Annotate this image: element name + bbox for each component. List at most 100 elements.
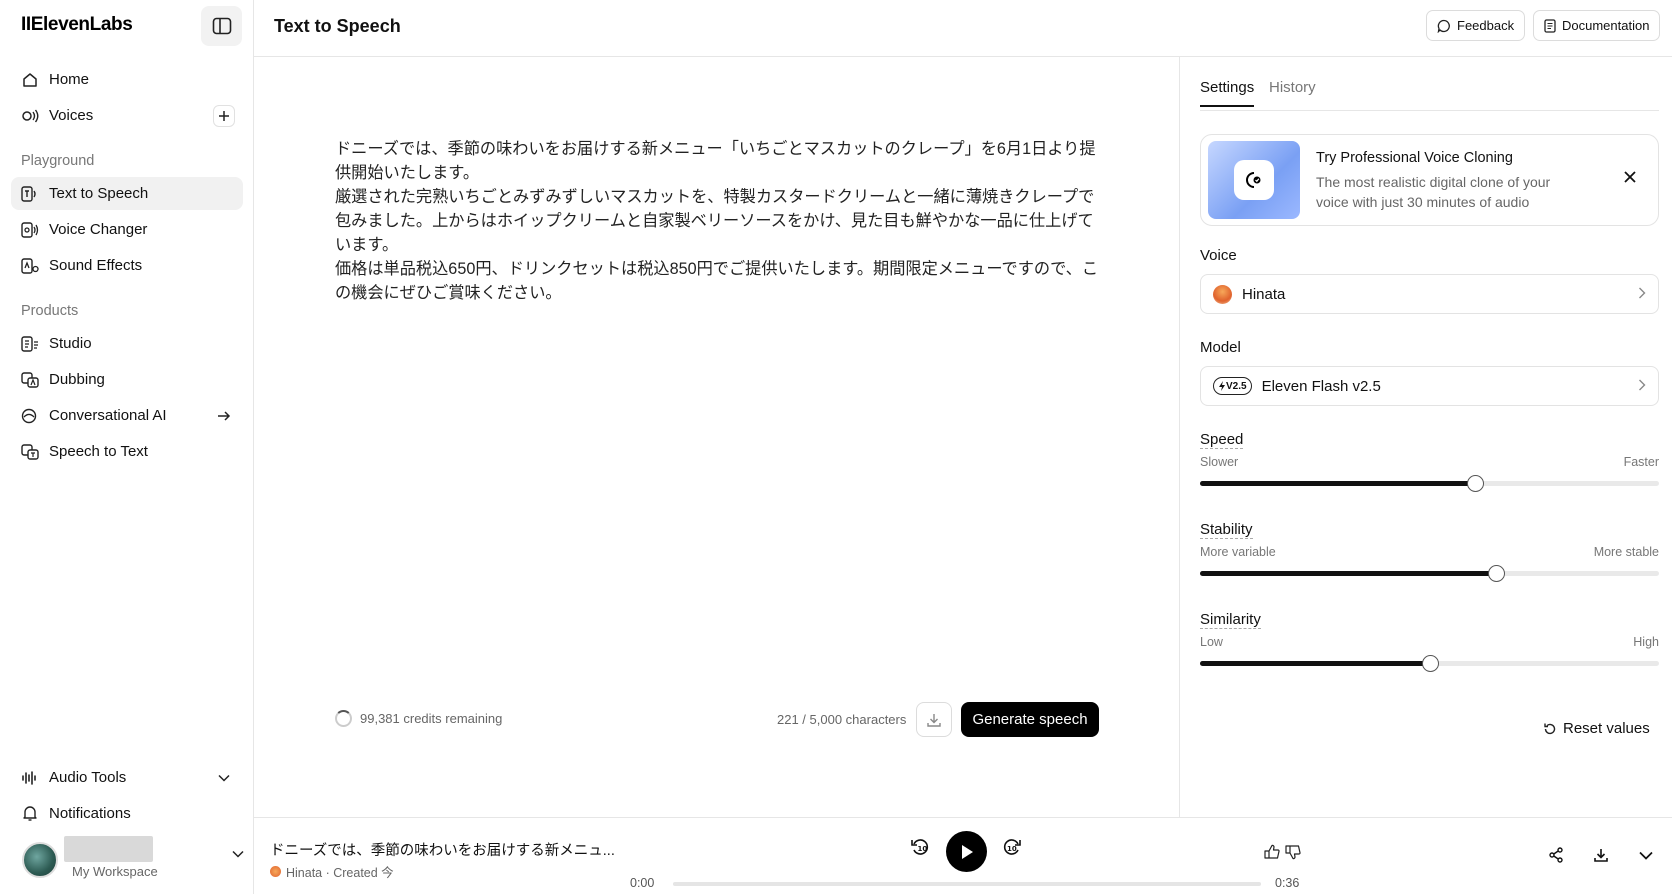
sidebar-item-text-to-speech[interactable]: Text to Speech (11, 177, 243, 210)
document-icon (1544, 18, 1556, 33)
voice-clone-icon (1246, 172, 1261, 188)
arrow-right-icon (218, 411, 231, 421)
voice-avatar-icon (270, 866, 281, 877)
voice-select[interactable]: Hinata (1200, 274, 1659, 314)
feedback-label: Feedback (1457, 18, 1515, 33)
similarity-slider-fill (1200, 661, 1430, 666)
settings-panel: Settings History Try Professional Voice … (1179, 57, 1672, 817)
model-select[interactable]: V2.5 Eleven Flash v2.5 (1200, 366, 1659, 406)
editor-text: ドニーズでは、季節の味わいをお届けする新メニュー「いちごとマスカットのクレープ」… (335, 140, 1099, 302)
sidebar-item-home[interactable]: Home (11, 63, 243, 96)
sidebar-item-notifications[interactable]: Notifications (11, 797, 243, 830)
stability-slider-thumb[interactable] (1488, 565, 1506, 582)
sidebar-item-label: Home (49, 71, 90, 88)
share-icon (1549, 847, 1563, 863)
thumbs-up-button[interactable] (1261, 841, 1283, 863)
promo-title: Try Professional Voice Cloning (1316, 150, 1513, 166)
page-title: Text to Speech (274, 16, 401, 36)
promo-subtitle: The most realistic digital clone of your… (1316, 174, 1551, 210)
sidebar-item-studio[interactable]: Studio (11, 327, 243, 360)
similarity-title: Similarity (1200, 611, 1261, 629)
sidebar-item-audio-tools[interactable]: Audio Tools (11, 761, 243, 794)
chevron-down-icon (1639, 851, 1653, 860)
forward-10-button[interactable]: 10 (997, 832, 1027, 862)
rewind-10-button[interactable]: 10 (905, 832, 935, 862)
model-label: Model (1200, 339, 1241, 356)
player-meta-label: Hinata · Created 今 (286, 866, 394, 880)
tab-settings[interactable]: Settings (1200, 79, 1255, 107)
stability-low-label: More variable (1200, 545, 1276, 559)
sidebar-item-speech-to-text[interactable]: Speech to Text (11, 435, 243, 468)
promo-image (1208, 141, 1300, 219)
speed-high-label: Faster (1623, 455, 1659, 469)
sidebar-item-conversational-ai[interactable]: Conversational AI (11, 399, 243, 432)
sidebar-item-label: Voices (49, 107, 94, 124)
tab-history[interactable]: History (1269, 79, 1316, 96)
stability-slider[interactable] (1200, 565, 1659, 582)
player-download-button[interactable] (1590, 844, 1612, 866)
elevenlabs-logo[interactable]: IIElevenLabs (21, 14, 133, 36)
thumbs-up-icon (1264, 844, 1280, 859)
svg-text:10: 10 (1007, 845, 1017, 853)
speed-slider[interactable] (1200, 475, 1659, 492)
sidebar-item-sound-effects[interactable]: Sound Effects (11, 249, 243, 282)
voice-value: Hinata (1242, 285, 1286, 303)
workspace-name: My Workspace (72, 864, 158, 879)
speed-title: Speed (1200, 431, 1244, 449)
model-badge-label: V2.5 (1226, 380, 1247, 392)
conversational-ai-open-button[interactable] (213, 405, 235, 427)
sidebar-item-voices[interactable]: Voices (11, 99, 243, 132)
stability-high-label: More stable (1593, 545, 1659, 559)
avatar (22, 842, 58, 878)
panel-tabs: Settings History (1200, 79, 1659, 111)
reset-icon (1544, 723, 1556, 734)
text-editor[interactable]: ドニーズでは、季節の味わいをお届けする新メニュー「いちごとマスカットのクレープ」… (335, 137, 1100, 305)
forward-10-icon: 10 (1003, 839, 1021, 855)
generate-speech-button[interactable]: Generate speech (961, 702, 1099, 737)
section-label-playground: Playground (21, 153, 95, 169)
stability-title: Stability (1200, 521, 1253, 539)
sidebar-item-voice-changer[interactable]: Voice Changer (11, 213, 243, 246)
similarity-slider-group: Similarity Low High (1200, 611, 1659, 672)
sidebar-item-label: Text to Speech (49, 185, 149, 202)
thumbs-down-button[interactable] (1282, 841, 1304, 863)
credits-remaining: 99,381 credits remaining (335, 710, 502, 727)
audio-waveform-icon (21, 769, 39, 787)
documentation-button[interactable]: Documentation (1533, 10, 1661, 41)
player-current-time: 0:00 (630, 876, 655, 890)
reset-values-button[interactable]: Reset values (1543, 720, 1650, 737)
share-button[interactable] (1545, 844, 1567, 866)
player-track-meta: Hinata · Created 今 (270, 862, 394, 881)
sound-effects-icon (21, 257, 39, 275)
bell-icon (21, 805, 39, 823)
sidebar-item-dubbing[interactable]: Dubbing (11, 363, 243, 396)
speed-slider-fill (1200, 481, 1476, 486)
stability-slider-group: Stability More variable More stable (1200, 521, 1659, 582)
download-button[interactable] (916, 702, 952, 737)
sidebar-toggle-icon (212, 17, 231, 35)
credits-spinner-icon (335, 710, 352, 727)
voice-cloning-promo[interactable]: Try Professional Voice Cloning The most … (1200, 134, 1659, 226)
play-button[interactable] (946, 831, 987, 872)
user-menu[interactable]: My Workspace (20, 836, 244, 884)
speed-low-label: Slower (1200, 455, 1239, 469)
lightning-icon (1219, 381, 1225, 391)
chevron-right-icon (1638, 379, 1646, 391)
sidebar-item-label: Notifications (49, 805, 131, 822)
collapse-sidebar-button[interactable] (201, 6, 242, 46)
voice-changer-icon (21, 221, 39, 239)
similarity-slider-thumb[interactable] (1421, 655, 1439, 672)
player-track-title: ドニーズでは、季節の味わいをお届けする新メニュ... (270, 843, 615, 859)
feedback-button[interactable]: Feedback (1426, 10, 1526, 41)
collapse-player-button[interactable] (1635, 844, 1657, 866)
close-icon[interactable] (1624, 171, 1636, 183)
sidebar-item-label: Sound Effects (49, 257, 143, 274)
download-icon (1594, 849, 1608, 862)
similarity-slider[interactable] (1200, 655, 1659, 672)
add-voice-button[interactable] (213, 105, 235, 127)
player-progress-bar[interactable] (673, 882, 1261, 886)
speed-slider-thumb[interactable] (1467, 475, 1485, 492)
user-name-redacted (64, 836, 153, 862)
play-icon (961, 844, 973, 859)
credits-label: 99,381 credits remaining (360, 711, 503, 726)
